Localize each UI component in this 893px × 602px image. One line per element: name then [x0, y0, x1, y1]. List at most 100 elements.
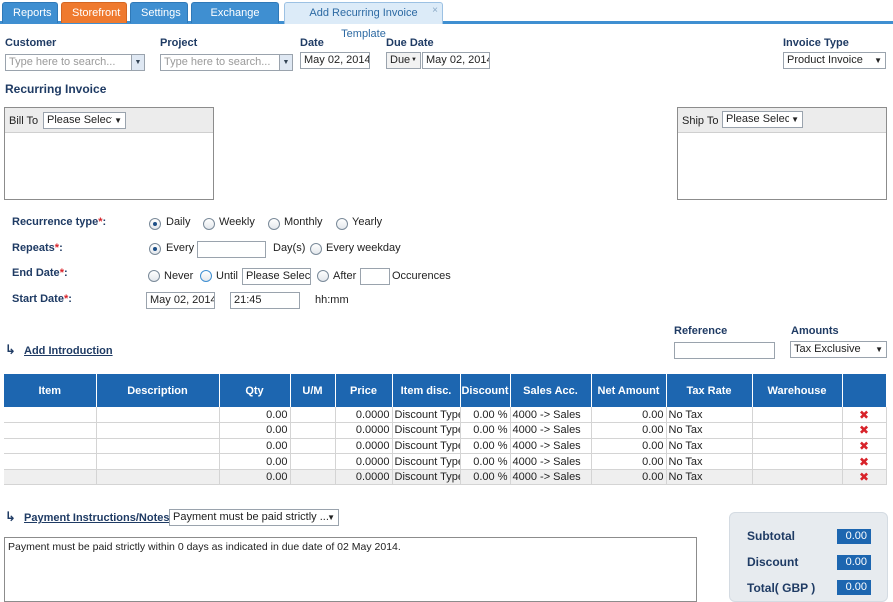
yearly-label: Yearly — [352, 216, 383, 228]
tab-storefront[interactable]: Storefront — [61, 2, 127, 23]
payment-notes-select[interactable]: Payment must be paid strictly ... ▼ — [169, 509, 339, 526]
due-mode-select[interactable]: Due ▼ — [386, 52, 421, 69]
reference-field[interactable] — [674, 342, 775, 359]
cell-sales-acc[interactable]: 4000 -> Sales — [510, 422, 592, 439]
date-field[interactable]: May 02, 2014 — [300, 52, 370, 69]
radio-monthly[interactable] — [268, 218, 280, 230]
radio-every-weekday[interactable] — [310, 243, 322, 255]
cell-tax-rate[interactable]: No Tax — [666, 407, 753, 424]
cell-um[interactable] — [290, 438, 336, 455]
cell-item[interactable] — [4, 438, 97, 455]
table-row[interactable]: 0.00 0.0000 Discount Type 0.00 % 4000 ->… — [4, 422, 887, 439]
chevron-down-icon[interactable]: ▼ — [279, 55, 292, 70]
cell-discount[interactable]: 0.00 % — [460, 453, 511, 470]
cell-sales-acc[interactable]: 4000 -> Sales — [510, 407, 592, 424]
chevron-down-icon[interactable]: ▼ — [131, 55, 144, 70]
until-date-field[interactable]: Please Select — [242, 268, 311, 285]
cell-item-disc[interactable]: Discount Type — [392, 453, 461, 470]
cell-qty[interactable]: 0.00 — [219, 407, 291, 424]
delete-row-icon[interactable]: ✖ — [859, 408, 869, 422]
cell-tax-rate[interactable]: No Tax — [666, 422, 753, 439]
cell-um[interactable] — [290, 469, 336, 486]
cell-price[interactable]: 0.0000 — [335, 438, 393, 455]
table-row[interactable]: 0.00 0.0000 Discount Type 0.00 % 4000 ->… — [4, 469, 887, 486]
bill-to-select[interactable]: Please Select ▼ — [43, 112, 126, 129]
table-row[interactable]: 0.00 0.0000 Discount Type 0.00 % 4000 ->… — [4, 407, 887, 424]
monthly-label: Monthly — [284, 216, 323, 228]
cell-item-disc[interactable]: Discount Type — [392, 469, 461, 486]
customer-search-input[interactable]: Type here to search... ▼ — [5, 54, 145, 71]
cell-discount[interactable]: 0.00 % — [460, 438, 511, 455]
cell-sales-acc[interactable]: 4000 -> Sales — [510, 469, 592, 486]
payment-notes-link[interactable]: Payment Instructions/Notes: — [24, 512, 173, 524]
tab-reports[interactable]: Reports — [2, 2, 58, 23]
tab-add-recurring-invoice-template[interactable]: Add Recurring Invoice Template × — [284, 0, 443, 40]
delete-row-icon[interactable]: ✖ — [859, 470, 869, 484]
col-price: Price — [335, 374, 393, 407]
delete-row-icon[interactable]: ✖ — [859, 439, 869, 453]
radio-after[interactable] — [317, 270, 329, 282]
cell-price[interactable]: 0.0000 — [335, 453, 393, 470]
cell-um[interactable] — [290, 422, 336, 439]
table-row[interactable]: 0.00 0.0000 Discount Type 0.00 % 4000 ->… — [4, 438, 887, 455]
cell-description[interactable] — [96, 438, 220, 455]
table-row[interactable]: 0.00 0.0000 Discount Type 0.00 % 4000 ->… — [4, 453, 887, 470]
add-introduction-link[interactable]: Add Introduction — [24, 345, 113, 357]
cell-qty[interactable]: 0.00 — [219, 453, 291, 470]
cell-item[interactable] — [4, 422, 97, 439]
ship-to-select[interactable]: Please Select ▼ — [722, 111, 803, 128]
cell-item[interactable] — [4, 469, 97, 486]
amounts-select[interactable]: Tax Exclusive ▼ — [790, 341, 887, 358]
cell-qty[interactable]: 0.00 — [219, 422, 291, 439]
cell-warehouse[interactable] — [752, 469, 843, 486]
cell-qty[interactable]: 0.00 — [219, 438, 291, 455]
start-time-field[interactable]: 21:45 — [230, 292, 300, 309]
radio-daily[interactable] — [149, 218, 161, 230]
cell-description[interactable] — [96, 407, 220, 424]
start-date-field[interactable]: May 02, 2014 — [146, 292, 215, 309]
cell-item-disc[interactable]: Discount Type — [392, 407, 461, 424]
payment-notes-textarea[interactable]: Payment must be paid strictly within 0 d… — [4, 537, 697, 602]
tab-settings[interactable]: Settings — [130, 2, 188, 23]
cell-price[interactable]: 0.0000 — [335, 469, 393, 486]
cell-discount[interactable]: 0.00 % — [460, 407, 511, 424]
radio-yearly[interactable] — [336, 218, 348, 230]
close-icon[interactable]: × — [432, 0, 438, 21]
cell-price[interactable]: 0.0000 — [335, 407, 393, 424]
cell-warehouse[interactable] — [752, 422, 843, 439]
cell-item-disc[interactable]: Discount Type — [392, 438, 461, 455]
invoice-type-select[interactable]: Product Invoice ▼ — [783, 52, 886, 69]
delete-row-icon[interactable]: ✖ — [859, 455, 869, 469]
cell-warehouse[interactable] — [752, 438, 843, 455]
cell-discount[interactable]: 0.00 % — [460, 469, 511, 486]
cell-price[interactable]: 0.0000 — [335, 422, 393, 439]
cell-warehouse[interactable] — [752, 453, 843, 470]
cell-item-disc[interactable]: Discount Type — [392, 422, 461, 439]
cell-um[interactable] — [290, 407, 336, 424]
cell-description[interactable] — [96, 469, 220, 486]
cell-um[interactable] — [290, 453, 336, 470]
radio-never[interactable] — [148, 270, 160, 282]
cell-tax-rate[interactable]: No Tax — [666, 438, 753, 455]
radio-every[interactable] — [149, 243, 161, 255]
delete-row-icon[interactable]: ✖ — [859, 423, 869, 437]
every-days-input[interactable] — [197, 241, 266, 258]
cell-sales-acc[interactable]: 4000 -> Sales — [510, 438, 592, 455]
cell-description[interactable] — [96, 453, 220, 470]
radio-weekly[interactable] — [203, 218, 215, 230]
radio-until[interactable] — [200, 270, 212, 282]
tab-exchange-rate[interactable]: Exchange Rate — [191, 2, 279, 40]
due-date-field[interactable]: May 02, 2014 — [422, 52, 490, 69]
cell-sales-acc[interactable]: 4000 -> Sales — [510, 453, 592, 470]
cell-item[interactable] — [4, 453, 97, 470]
cell-description[interactable] — [96, 422, 220, 439]
cell-tax-rate[interactable]: No Tax — [666, 453, 753, 470]
cell-discount[interactable]: 0.00 % — [460, 422, 511, 439]
col-um: U/M — [290, 374, 336, 407]
cell-item[interactable] — [4, 407, 97, 424]
cell-tax-rate[interactable]: No Tax — [666, 469, 753, 486]
project-search-input[interactable]: Type here to search... ▼ — [160, 54, 293, 71]
cell-qty[interactable]: 0.00 — [219, 469, 291, 486]
occurences-input[interactable] — [360, 268, 390, 285]
cell-warehouse[interactable] — [752, 407, 843, 424]
